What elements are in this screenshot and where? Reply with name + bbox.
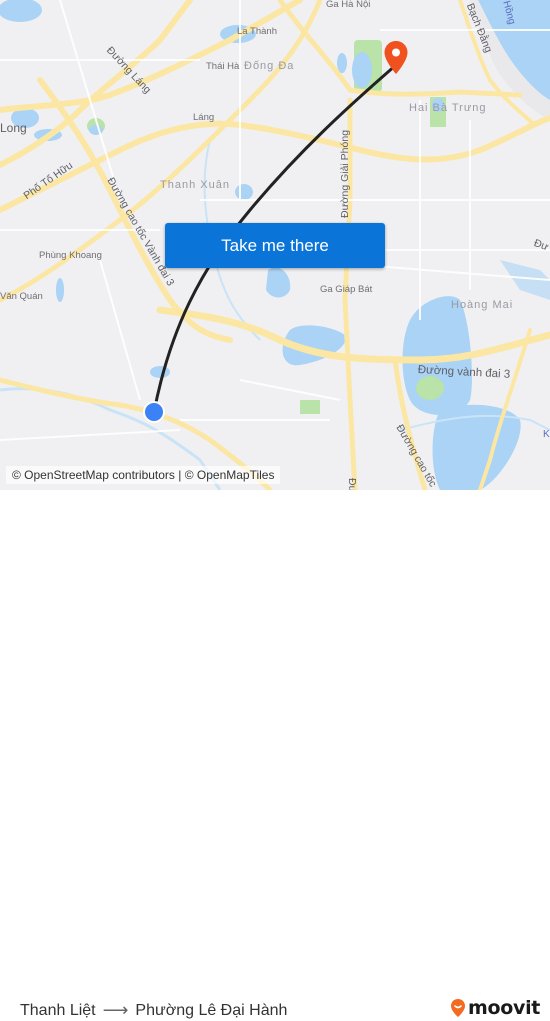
map-label-dong-da: Đống Đa (244, 60, 295, 72)
route-summary: Thanh Liệt ⟶ Phường Lê Đại Hành (20, 1000, 287, 1021)
footer: Thanh Liệt ⟶ Phường Lê Đại Hành moovit (0, 490, 550, 1020)
take-me-there-button[interactable]: Take me there (165, 223, 385, 268)
map-label-long: Long (0, 121, 27, 135)
map-view[interactable]: Ga Hà Nội La Thành Thái Hà Đống Đa Đường… (0, 0, 550, 490)
map-attribution[interactable]: © OpenStreetMap contributors | © OpenMap… (6, 466, 281, 484)
map-label-thanh-xuan: Thanh Xuân (160, 179, 230, 191)
origin-marker[interactable] (143, 401, 165, 423)
map-label-hai-ba-trung: Hai Bà Trưng (409, 102, 487, 114)
map-label-hoang-mai: Hoàng Mai (451, 299, 514, 311)
moovit-pin-icon (451, 999, 465, 1017)
moovit-wordmark: moovit (468, 997, 541, 1019)
map-label-ga-giap-bat: Ga Giáp Bát (320, 284, 373, 295)
map-label-duong-giai-phong: Đường Giải Phóng (339, 129, 351, 218)
map-label-van-quan: Văn Quán (0, 291, 43, 302)
map-label-thai-ha: Thái Hà (206, 61, 240, 72)
map-label-la-thanh: La Thành (237, 26, 277, 37)
map-label-du-bottom: Đư (346, 478, 358, 490)
map-label-phung-khoang: Phùng Khoang (39, 250, 102, 261)
map-label-lang: Láng (193, 112, 215, 123)
map-label-k-edge: K (543, 429, 550, 440)
destination-pin-icon[interactable] (383, 40, 409, 76)
moovit-logo: moovit (450, 997, 540, 1019)
origin-name: Thanh Liệt (20, 1001, 96, 1019)
arrow-right-icon: ⟶ (102, 1000, 129, 1020)
map-label-ga-ha-noi: Ga Hà Nội (326, 0, 371, 10)
destination-name: Phường Lê Đại Hành (135, 1001, 288, 1019)
